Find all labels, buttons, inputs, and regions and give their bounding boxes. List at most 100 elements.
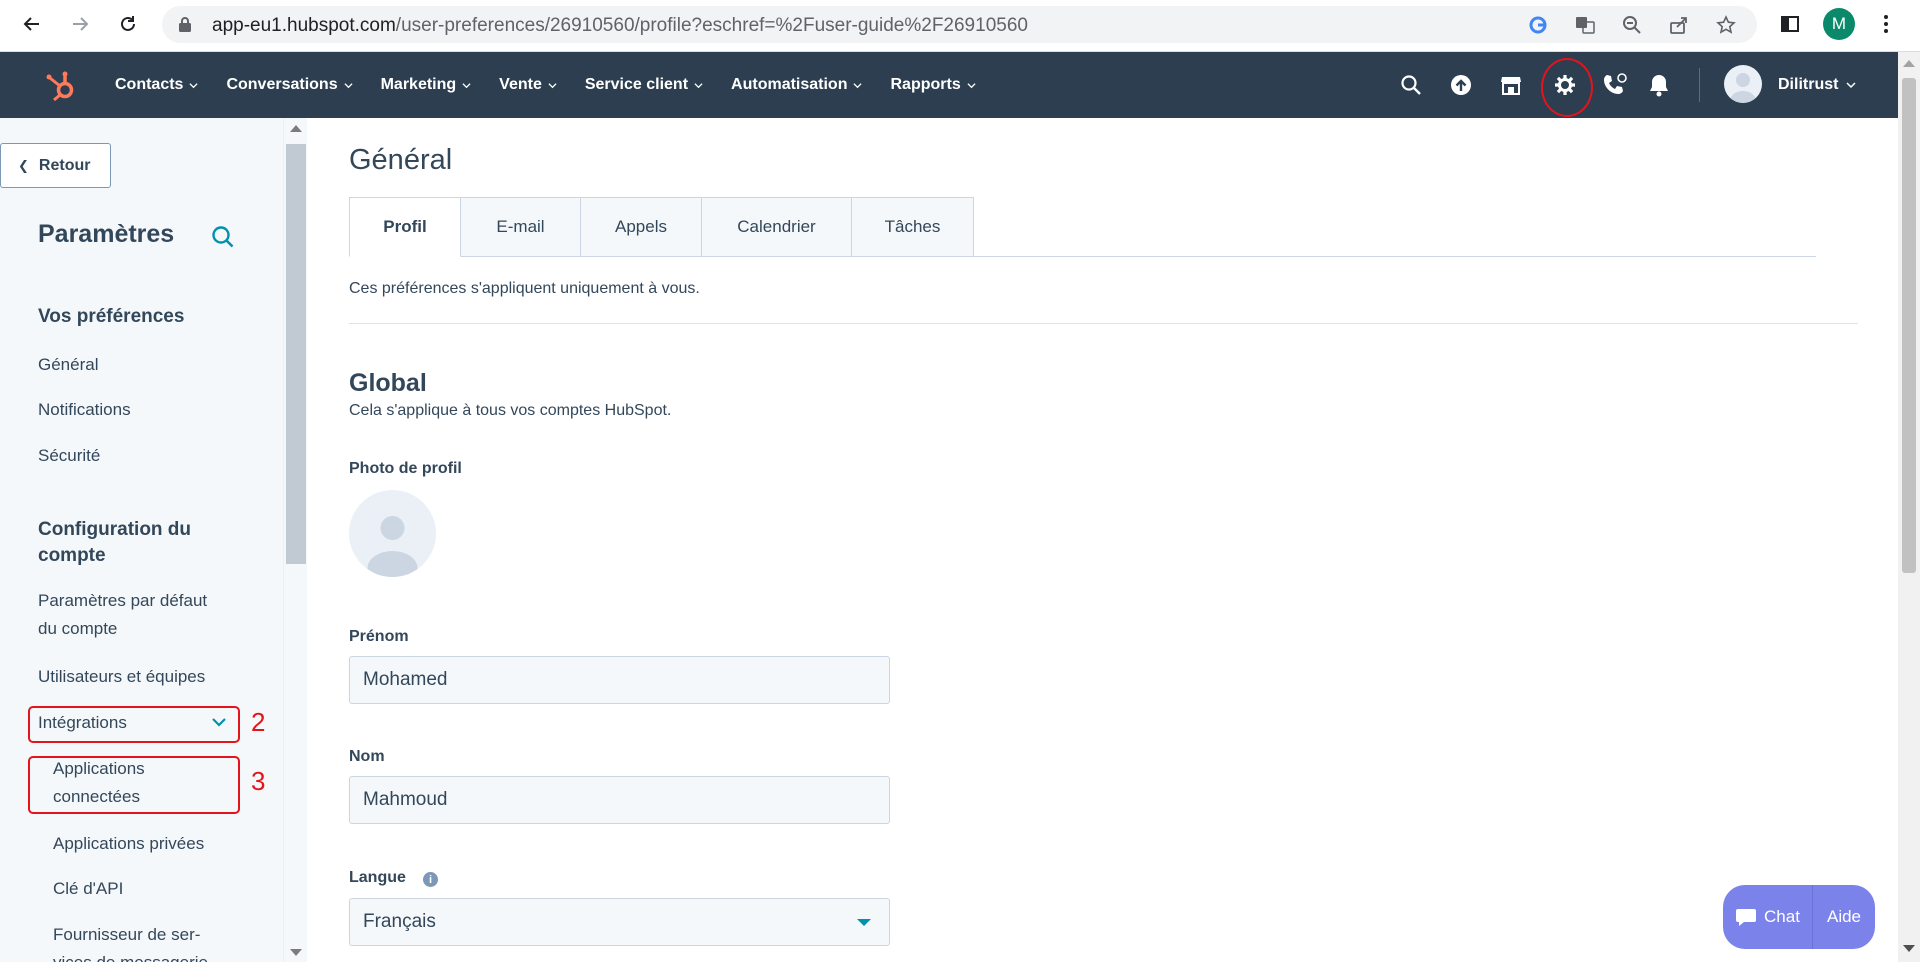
share-icon[interactable] [1668,14,1690,36]
tab-taches[interactable]: Tâches [852,197,974,257]
divider [349,323,1858,324]
lock-icon [178,16,192,38]
url-text: app-eu1.hubspot.com/user-preferences/269… [212,15,1028,36]
section-line-1: Configuration du [38,519,192,540]
sidebar-item-parametres-defaut[interactable]: Paramètres par défaut du compte [38,587,207,643]
sidebar-scrollbar[interactable] [283,118,307,962]
menu-conversations[interactable]: Conversations [226,76,353,94]
back-button[interactable]: ❮ Retour [0,143,111,188]
section-heading-global: Global [349,369,427,397]
item-line-1: Paramètres par défaut [38,591,208,610]
chevron-down-icon [967,82,976,88]
sidebar-subitem-fournisseur-messagerie[interactable]: Fournisseur de ser- vices de messagerie [53,921,208,962]
sidebar-item-utilisateurs-equipes[interactable]: Utilisateurs et équipes [38,663,205,691]
menu-service-client[interactable]: Service client [585,76,703,94]
tab-appels[interactable]: Appels [581,197,702,257]
item-line-1: Fournisseur de ser- [53,925,201,944]
section-description: Cela s'applique à tous vos comptes HubSp… [349,402,672,419]
tabs-underline [974,256,1816,257]
search-icon[interactable] [210,224,236,250]
account-name: Dilitrust [1778,76,1839,93]
translate-icon[interactable] [1574,14,1596,36]
chevron-down-icon [694,82,703,88]
tab-calendrier[interactable]: Calendrier [702,197,852,257]
chat-bubble-icon [1736,909,1757,926]
scroll-down-arrow-icon[interactable] [1903,945,1915,952]
sidebar-item-securite[interactable]: Sécurité [38,442,100,470]
language-value: Français [363,911,436,932]
sidebar-subitem-applications-privees[interactable]: Applications privées [53,830,204,858]
calling-icon[interactable] [1602,72,1628,98]
address-bar[interactable]: app-eu1.hubspot.com/user-preferences/269… [162,6,1757,43]
page-title: Général [349,144,453,176]
forward-arrow-icon[interactable] [66,10,94,38]
preference-tabs: Profil E-mail Appels Calendrier Tâches [349,197,974,257]
menu-marketing[interactable]: Marketing [381,76,472,94]
chevron-down-icon [1846,82,1856,89]
sidebar-title: Paramètres [38,220,175,248]
chevron-down-icon [853,82,863,88]
page-scrollbar-thumb[interactable] [1902,78,1916,573]
upgrade-icon[interactable] [1448,72,1474,98]
scrollbar-thumb[interactable] [286,144,306,564]
sidebar-item-general[interactable]: Général [38,351,98,379]
item-line-2: vices de messagerie [53,949,208,962]
firstname-label: Prénom [349,628,409,645]
section-line-2: compte [38,545,106,566]
lastname-field[interactable]: Mahmoud [349,776,890,824]
firstname-field[interactable]: Mohamed [349,656,890,704]
chat-label: Chat [1764,907,1800,926]
annotation-number-3: 3 [251,766,266,796]
menu-vente[interactable]: Vente [499,76,557,94]
help-button[interactable]: Aide [1813,885,1875,949]
zoom-icon[interactable] [1621,14,1643,36]
chevron-down-icon [548,82,557,88]
sidebar-subitem-cle-api[interactable]: Clé d'API [53,875,123,903]
scroll-down-arrow-icon[interactable] [290,949,302,956]
menu-automatisation[interactable]: Automatisation [731,76,863,94]
lastname-label: Nom [349,748,385,765]
main-menu: Contacts Conversations Marketing Vente S… [115,52,1004,118]
main-content: Général Profil E-mail Appels Calendrier … [307,118,1898,962]
language-select[interactable]: Français [349,898,890,946]
reload-icon[interactable] [114,10,142,38]
annotation-box-applications [28,756,240,814]
chevron-down-icon [344,82,353,88]
profile-photo-avatar[interactable] [349,490,436,577]
settings-sidebar: ❮ Retour Paramètres Vos préférences Géné… [0,118,283,962]
browser-profile-avatar[interactable]: M [1823,8,1855,40]
photo-label: Photo de profil [349,460,462,477]
tab-email[interactable]: E-mail [461,197,581,257]
chat-button[interactable]: Chat [1723,885,1813,949]
side-panel-icon[interactable] [1776,10,1804,38]
tab-profil[interactable]: Profil [349,197,461,257]
hubspot-logo-icon[interactable] [44,69,78,103]
marketplace-icon[interactable] [1498,72,1524,98]
info-icon[interactable]: i [423,872,438,887]
notifications-bell-icon[interactable] [1646,72,1672,98]
page-scrollbar[interactable] [1898,52,1920,962]
kebab-menu-icon[interactable] [1872,10,1900,38]
bookmark-star-icon[interactable] [1715,14,1737,36]
chat-widget: Chat Aide [1723,885,1875,949]
chevron-left-icon: ❮ [18,157,29,173]
scroll-up-arrow-icon[interactable] [290,125,302,132]
menu-rapports[interactable]: Rapports [890,76,976,94]
chevron-down-icon [462,82,471,88]
search-icon[interactable] [1398,72,1424,98]
nav-divider [1699,68,1700,102]
annotation-box-integrations [28,706,240,743]
menu-contacts[interactable]: Contacts [115,76,199,94]
section-vos-preferences: Vos préférences [38,306,185,327]
item-line-2: du compte [38,619,118,638]
sidebar-item-notifications[interactable]: Notifications [38,396,131,424]
account-menu[interactable]: Dilitrust [1778,52,1856,118]
scroll-up-arrow-icon[interactable] [1903,60,1915,67]
google-icon[interactable] [1527,14,1549,36]
user-avatar[interactable] [1724,65,1762,103]
intro-text: Ces préférences s'appliquent uniquement … [349,280,700,297]
back-arrow-icon[interactable] [18,10,46,38]
annotation-number-2: 2 [251,707,266,737]
caret-down-icon [857,919,871,926]
back-button-label: Retour [38,156,91,174]
